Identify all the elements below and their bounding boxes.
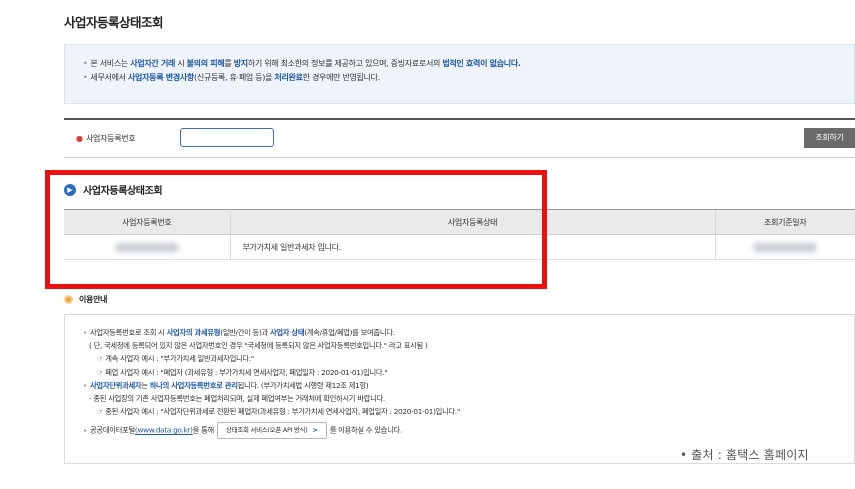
highlight-frame — [45, 170, 547, 289]
info-heading: 이용안내 — [64, 294, 108, 305]
bullet-icon: • — [83, 380, 88, 390]
chevron-right-icon: > — [312, 426, 318, 435]
guide-line-4: ☞ 폐업 사업자 예시 : "폐업자 (과세유형 : 부가가치세 면세사업자, … — [97, 367, 388, 377]
plain-text: 본 서비스는 — [90, 59, 131, 68]
plain-text: 됩니다. (부가가치세법 시행령 제12조 제1항) — [237, 380, 369, 390]
plain-text: 하기 위해 최소한의 정보를 제공하고 있으며, 증빙자료로서의 — [247, 59, 443, 68]
highlight-text: 방지 — [233, 59, 248, 68]
highlight-text: 사업자 상태 — [269, 328, 305, 337]
notice-line-2: • 세무서에서 사업자등록 변경사항(신규등록, 휴·폐업 등)을 처리완료한 경… — [83, 71, 854, 85]
business-number-label: 사업자등록번호 — [86, 134, 136, 143]
guide-line-5: • 사업자단위과세자는 하나의 사업자등록번호로 관리됩니다. (부가가치세법 시… — [83, 379, 854, 392]
bullet-icon: • — [83, 59, 88, 68]
highlight-text: 처리완료 — [274, 73, 303, 82]
plain-text: 는 — [141, 380, 150, 390]
plain-text: (신규등록, 휴·폐업 등)을 — [194, 73, 275, 82]
plain-text: 시 — [175, 59, 187, 68]
notice-text-2: 세무서에서 사업자등록 변경사항(신규등록, 휴·폐업 등)을 처리완료한 경우… — [90, 73, 380, 82]
guide-line-8: • 공공데이터포털(www.data.go.kr)을 통해 상태조회 서비스(오픈 … — [83, 422, 854, 440]
plain-text: 한 경우에만 반영됩니다. — [302, 73, 381, 82]
highlight-text: 사업자의 과세유형 — [166, 328, 221, 337]
blurred-value — [753, 242, 818, 252]
portal-post-text: 를 이용하실 수 있습니다. — [329, 425, 403, 435]
plain-text: 세무서에서 — [90, 73, 128, 82]
notice-line-1: • 본 서비스는 사업자간 거래 시 불의의 피해를 방지하기 위해 최소한의 정… — [83, 57, 854, 71]
guide-text-1: 사업자등록번호로 조회 시 사업자의 과세유형(일반/간이 등)과 사업자 상태… — [90, 328, 395, 337]
highlight-text: 사업자단위과세자 — [90, 380, 142, 390]
open-api-button[interactable]: 상태조회 서비스(오픈 API 방식) > — [216, 422, 327, 440]
query-date-cell-blurred — [714, 234, 855, 260]
search-row: ● 사업자등록번호 조회하기 — [64, 118, 855, 158]
open-api-button-label: 상태조회 서비스(오픈 API 방식) — [225, 426, 308, 435]
column-query-date: 조회기준일자 — [714, 209, 855, 235]
guide-text-5: 사업자단위과세자는 하나의 사업자등록번호로 관리됩니다. (부가가치세법 시행… — [90, 380, 369, 390]
notice-text-1: 본 서비스는 사업자간 거래 시 불의의 피해를 방지하기 위해 최소한의 정보… — [90, 59, 521, 68]
guide-line-6: - 종된 사업장의 기존 사업자등록번호는 폐업처리되며, 실제 폐업여부는 거… — [89, 394, 385, 404]
portal-mid-text: 을 통해 — [192, 425, 215, 435]
business-number-input[interactable] — [180, 128, 274, 147]
plain-text: (일반/간이 등)과 — [220, 328, 270, 337]
required-icon: ● — [76, 134, 83, 143]
bullet-icon: • — [83, 73, 88, 82]
data-portal-link[interactable]: (www.data.go.kr) — [135, 426, 193, 435]
info-dot-icon — [64, 295, 73, 304]
guide-line-3: ☞ 계속 사업자 예시 : "부가가치세 일반과세자입니다." — [97, 354, 254, 364]
info-title: 이용안내 — [79, 295, 108, 304]
portal-text: 공공데이터포털 — [90, 425, 135, 435]
source-caption: • 출처 : 홈택스 홈페이지 — [680, 448, 809, 462]
plain-text: 사업자등록번호로 조회 시 — [90, 328, 167, 337]
page-title: 사업자등록상태조회 — [64, 15, 164, 30]
highlight-text: 법적인 효력이 없습니다. — [442, 59, 521, 68]
highlight-text: 사업자등록 변경사항 — [127, 73, 194, 82]
bullet-icon: • — [83, 328, 88, 337]
guide-box: • 사업자등록번호로 조회 시 사업자의 과세유형(일반/간이 등)과 사업자 상… — [64, 314, 855, 464]
plain-text: 를 — [224, 59, 234, 68]
highlight-text: 하나의 사업자등록번호로 관리 — [149, 380, 238, 390]
plain-text: (계속/휴업/폐업)를 보여줍니다. — [304, 328, 395, 337]
guide-line-2: ( 단, 국세청에 등록되어 있지 않은 사업자번호인 경우 "국세청에 등록되… — [89, 341, 428, 351]
search-button[interactable]: 조회하기 — [804, 128, 855, 148]
guide-line-1: • 사업자등록번호로 조회 시 사업자의 과세유형(일반/간이 등)과 사업자 상… — [83, 326, 854, 339]
notice-box: • 본 서비스는 사업자간 거래 시 불의의 피해를 방지하기 위해 최소한의 정… — [64, 44, 855, 104]
highlight-text: 사업자간 거래 — [130, 59, 176, 68]
highlight-text: 불의의 피해 — [186, 59, 225, 68]
guide-line-7: ☞ 종된 사업자 예시 : "사업자단위과세로 전환된 폐업자(과세유형 : 부… — [97, 407, 460, 417]
bullet-icon: • — [83, 425, 88, 435]
